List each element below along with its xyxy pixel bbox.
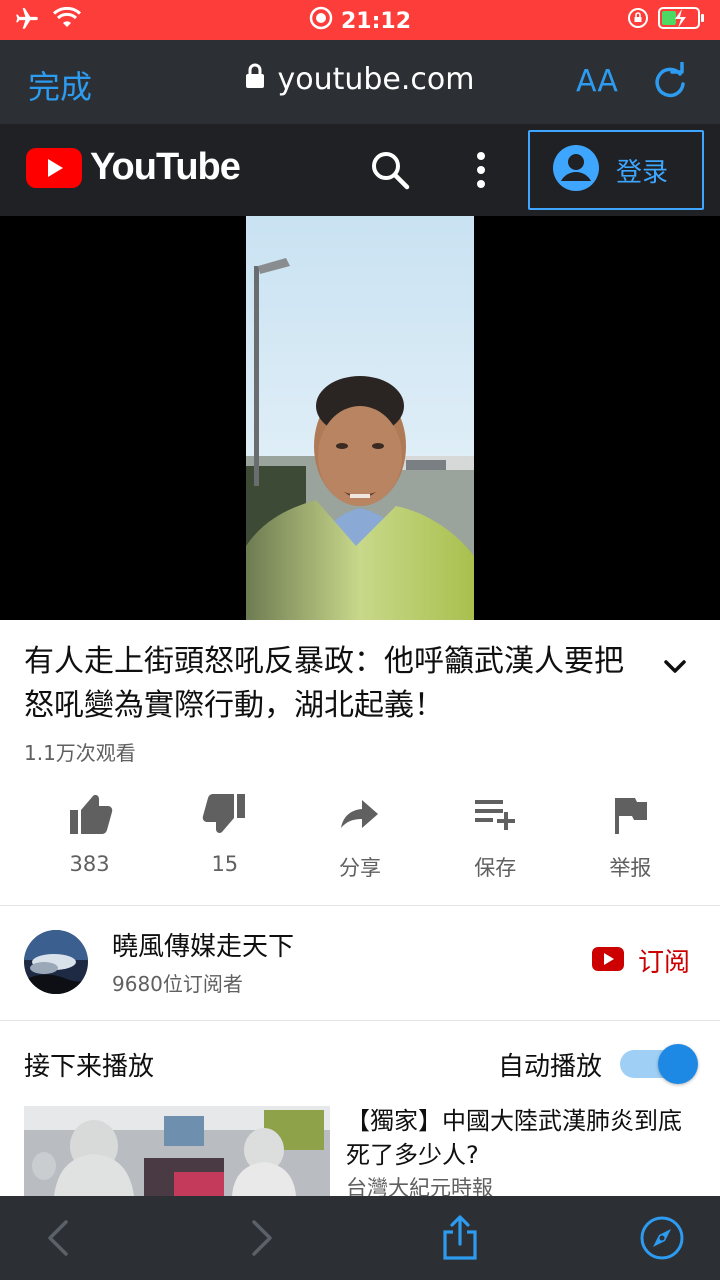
lock-icon (245, 62, 265, 97)
thumbs-down-icon (201, 790, 249, 838)
account-icon (552, 144, 600, 196)
report-button[interactable]: 举报 (563, 790, 698, 882)
subscribe-label: 订阅 (638, 948, 691, 978)
dislike-button[interactable]: 15 (157, 790, 292, 882)
youtube-wordmark: YouTube (90, 146, 241, 188)
forward-icon[interactable] (236, 1214, 284, 1262)
share-icon (336, 790, 384, 838)
autoplay-label: 自动播放 (498, 1052, 603, 1082)
divider (0, 1020, 720, 1021)
flag-icon (606, 790, 654, 838)
report-label: 举报 (609, 856, 652, 880)
browser-toolbar: 完成 youtube.com AA (0, 40, 720, 124)
up-next-thumbnail[interactable] (24, 1106, 330, 1196)
subscriber-count: 9680位订阅者 (112, 972, 243, 996)
status-bar: 21:12 (0, 0, 720, 40)
youtube-header: YouTube 登录 (0, 124, 720, 216)
battery-charging-icon (658, 6, 706, 34)
browser-bottom-toolbar (0, 1196, 720, 1280)
like-count: 383 (69, 852, 110, 876)
orientation-lock-icon (626, 6, 650, 34)
video-title-area: 有人走上街頭怒吼反暴政：他呼籲武漢人要把怒吼變為實際行動，湖北起義！ (24, 640, 644, 728)
divider (0, 905, 720, 906)
up-next-title[interactable]: 【獨家】中國大陸武漢肺炎到底死了多少人? (346, 1104, 696, 1172)
subscribe-button[interactable]: 订阅 (592, 942, 690, 979)
more-options-icon[interactable] (466, 150, 496, 190)
youtube-logo[interactable]: YouTube (26, 146, 241, 189)
login-button[interactable]: 登录 (528, 130, 704, 210)
save-label: 保存 (474, 856, 517, 880)
login-label: 登录 (616, 157, 669, 188)
view-count: 1.1万次观看 (24, 741, 136, 765)
up-next-heading: 接下来播放 (24, 1052, 155, 1082)
video-frame (246, 216, 474, 620)
like-button[interactable]: 383 (22, 790, 157, 882)
compass-icon[interactable] (638, 1214, 686, 1262)
reload-icon[interactable] (650, 61, 690, 102)
record-icon (309, 6, 333, 36)
autoplay-toggle[interactable] (620, 1044, 698, 1084)
youtube-play-logo-icon (26, 147, 82, 188)
dislike-count: 15 (211, 852, 239, 876)
video-player[interactable] (0, 216, 720, 620)
url-text: youtube.com (277, 62, 475, 97)
add-to-playlist-icon (471, 790, 519, 838)
text-size-button[interactable]: AA (576, 64, 618, 99)
youtube-subscribe-icon (592, 946, 624, 975)
search-icon[interactable] (368, 148, 412, 192)
save-button[interactable]: 保存 (428, 790, 563, 882)
status-time: 21:12 (340, 8, 412, 34)
video-actions: 383 15 分享 保存 举报 (22, 790, 698, 882)
channel-avatar[interactable] (24, 930, 88, 994)
chevron-down-icon[interactable] (660, 652, 690, 682)
share-sheet-icon[interactable] (436, 1214, 484, 1262)
toggle-knob (658, 1044, 698, 1084)
video-title: 有人走上街頭怒吼反暴政：他呼籲武漢人要把怒吼變為實際行動，湖北起義！ (24, 644, 624, 723)
back-icon[interactable] (36, 1214, 84, 1262)
channel-name[interactable]: 曉風傳媒走天下 (112, 926, 294, 963)
share-label: 分享 (339, 856, 381, 880)
share-button[interactable]: 分享 (292, 790, 427, 882)
thumbs-up-icon (66, 790, 114, 838)
